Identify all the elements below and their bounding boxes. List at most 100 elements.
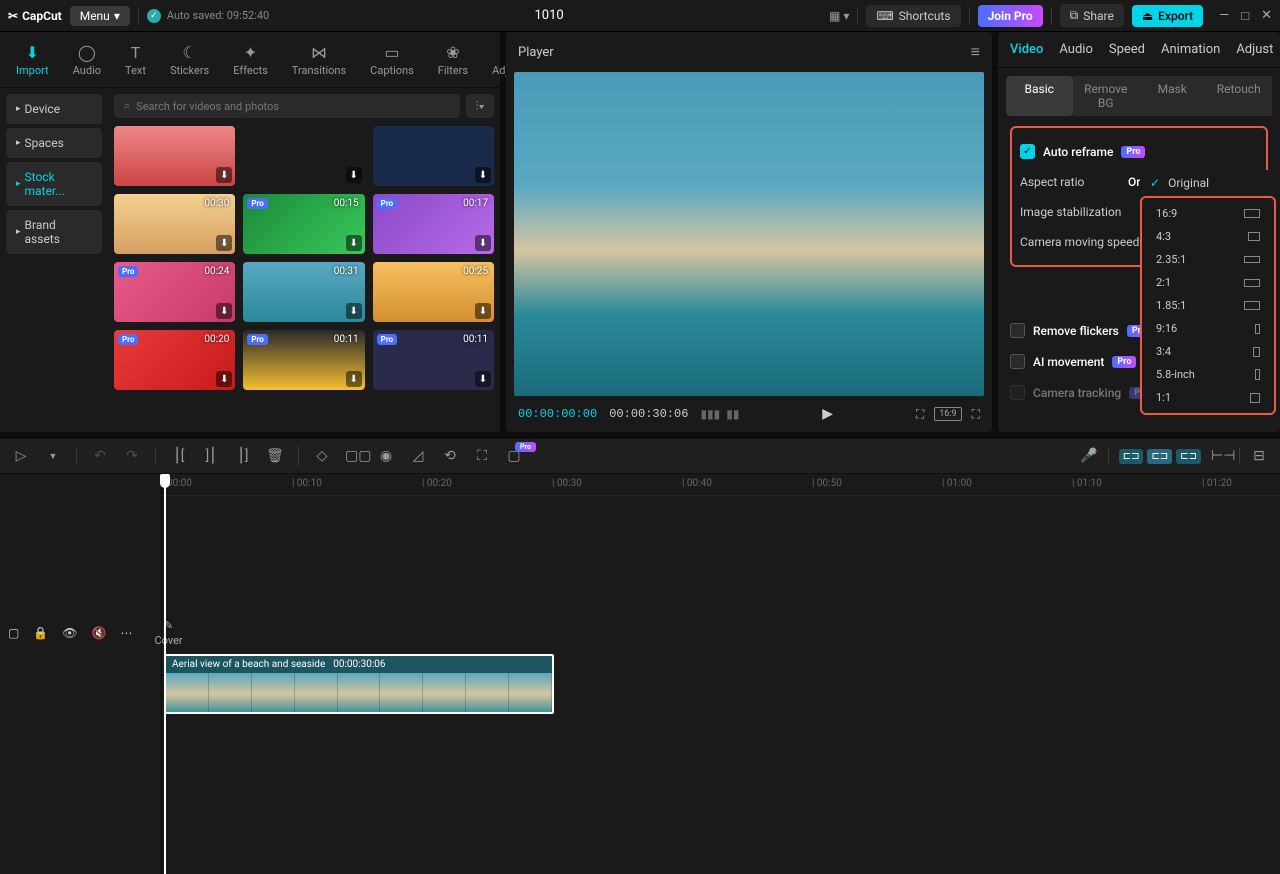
media-tab-transitions[interactable]: ⋈Transitions [284,38,354,81]
download-icon[interactable]: ⬇ [475,167,491,183]
lock-icon[interactable]: 🔒 [33,626,48,640]
ratio-badge[interactable]: 16:9 [934,407,961,421]
mic-icon[interactable]: 🎤 [1080,448,1098,464]
frame-tool[interactable]: ▢▢ [345,448,363,464]
inspector-tab-adjust[interactable]: Adjust [1236,42,1273,57]
sidebar-item-spaces[interactable]: ▸Spaces [6,128,102,158]
download-icon[interactable]: ⬇ [216,371,232,387]
media-tab-text[interactable]: TText [117,38,154,81]
aspect-option-5-8-inch[interactable]: 5.8-inch [1142,363,1274,386]
media-thumbnail[interactable]: Pro 00:15 ⬇ [243,194,364,254]
media-thumbnail[interactable]: Pro 00:11 ⬇ [373,330,494,390]
download-icon[interactable]: ⬇ [346,167,362,183]
mirror-tool[interactable]: ◿ [409,448,427,464]
download-icon[interactable]: ⬇ [216,303,232,319]
level-icon[interactable]: ▮▮▮ [700,407,720,421]
subtab-retouch[interactable]: Retouch [1206,76,1273,116]
download-icon[interactable]: ⬇ [475,371,491,387]
sidebar-item-device[interactable]: ▸Device [6,94,102,124]
download-icon[interactable]: ⬇ [346,371,362,387]
subtab-mask[interactable]: Mask [1139,76,1206,116]
project-title[interactable]: 1010 [277,8,821,23]
media-thumbnail[interactable]: Pro 00:17 ⬇ [373,194,494,254]
subtab-remove-bg[interactable]: Remove BG [1073,76,1140,116]
close-button[interactable]: ✕ [1261,8,1272,24]
aspect-option-16-9[interactable]: 16:9 [1142,202,1274,225]
sidebar-item-stockmater[interactable]: ▸Stock mater... [6,162,102,206]
zoom-out-icon[interactable]: ⊟ [1250,448,1268,464]
selection-tool[interactable]: ▷ [12,448,30,464]
delete-tool[interactable]: 🗑 [266,448,284,464]
download-icon[interactable]: ⬇ [216,167,232,183]
aspect-selected-option[interactable]: ✓ Original [1140,170,1276,196]
inspector-tab-animation[interactable]: Animation [1161,42,1220,57]
split-left-tool[interactable]: ]⎮ [202,448,220,464]
aspect-option-9-16[interactable]: 9:16 [1142,317,1274,340]
aspect-option-4-3[interactable]: 4:3 [1142,225,1274,248]
media-thumbnail[interactable]: 00:30 ⬇ [114,194,235,254]
media-thumbnail[interactable]: 00:25 ⬇ [373,262,494,322]
media-thumbnail[interactable]: Pro 00:24 ⬇ [114,262,235,322]
mute-icon[interactable]: 🔇 [92,626,107,640]
inspector-tab-video[interactable]: Video [1010,42,1043,57]
search-input[interactable]: ⌕ Search for videos and photos [114,94,460,118]
media-thumbnail[interactable]: Pro 00:20 ⬇ [114,330,235,390]
align-tool[interactable]: ⊢⊣ [1211,448,1229,464]
download-icon[interactable]: ⬇ [475,303,491,319]
player-viewport[interactable] [514,72,984,396]
player-menu-icon[interactable]: ≡ [971,42,980,62]
playhead[interactable] [164,474,166,874]
rotate-tool[interactable]: ⟲ [441,448,459,464]
auto-reframe-toggle[interactable]: ✓ Auto reframe Pro [1020,136,1258,167]
media-thumbnail[interactable]: ⬇ [114,126,235,186]
aspect-option-1-85-1[interactable]: 1.85:1 [1142,294,1274,317]
media-thumbnail[interactable]: 00:31 ⬇ [243,262,364,322]
media-tab-stickers[interactable]: ☾Stickers [162,38,217,81]
join-pro-button[interactable]: Join Pro [978,5,1043,27]
crop-tool[interactable]: ⛶ [473,448,491,464]
aspect-option-2-1[interactable]: 2:1 [1142,271,1274,294]
menu-button[interactable]: Menu ▾ [70,6,130,26]
monitor-icon[interactable]: ▢ [8,626,19,640]
share-button[interactable]: ⧉ Share [1060,4,1124,27]
ai-tool[interactable]: ▢Pro [505,448,523,464]
aspect-option-3-4[interactable]: 3:4 [1142,340,1274,363]
magnet-tool[interactable]: ⊏⊐ [1119,449,1144,464]
playhead-handle[interactable] [160,474,170,488]
media-tab-import[interactable]: ⬇Import [8,38,57,81]
redo-button[interactable]: ↷ [123,448,141,464]
minimize-button[interactable]: — [1219,8,1229,24]
shortcuts-button[interactable]: ⌨ Shortcuts [866,5,960,27]
maximize-button[interactable]: □ [1241,8,1249,24]
download-icon[interactable]: ⬇ [346,235,362,251]
timeline-ruler[interactable]: | 00:00| 00:10| 00:20| 00:30| 00:40| 00:… [162,474,1280,496]
inspector-tab-audio[interactable]: Audio [1059,42,1092,57]
inspector-tab-speed[interactable]: Speed [1109,42,1145,57]
video-clip[interactable]: Aerial view of a beach and seaside 00:00… [164,654,554,714]
sidebar-item-brandassets[interactable]: ▸Brand assets [6,210,102,254]
download-icon[interactable]: ⬇ [475,235,491,251]
filter-button[interactable]: ⫶▾ [466,94,494,118]
compare-icon[interactable]: ▮▮ [726,407,739,421]
eye-icon[interactable]: 👁 [62,626,77,640]
layout-icon[interactable]: ▦ ▾ [829,9,849,23]
link-tool[interactable]: ⊏⊐ [1147,449,1172,464]
fullscreen-icon[interactable]: ⛶ [972,407,980,422]
scan-icon[interactable]: ⛶ [916,407,924,422]
export-button[interactable]: ⏏ Export [1132,5,1203,27]
media-thumbnail[interactable]: Pro 00:11 ⬇ [243,330,364,390]
snap-tool[interactable]: ⊏⊐ [1176,449,1201,464]
media-tab-filters[interactable]: ❀Filters [430,38,476,81]
media-tab-effects[interactable]: ✦Effects [225,38,276,81]
aspect-option-1-1[interactable]: 1:1 [1142,386,1274,409]
media-tab-captions[interactable]: ▭Captions [362,38,422,81]
subtab-basic[interactable]: Basic [1006,76,1073,116]
play-button[interactable]: ▶ [751,406,903,422]
undo-button[interactable]: ↶ [91,448,109,464]
timeline-tracks[interactable]: | 00:00| 00:10| 00:20| 00:30| 00:40| 00:… [162,474,1280,874]
media-tab-audio[interactable]: ◯Audio [65,38,109,81]
more-icon[interactable]: ⋯ [120,626,132,640]
chevron-down-icon[interactable]: ▼ [44,451,62,462]
download-icon[interactable]: ⬇ [216,235,232,251]
split-right-tool[interactable]: ⎮] [234,448,252,464]
